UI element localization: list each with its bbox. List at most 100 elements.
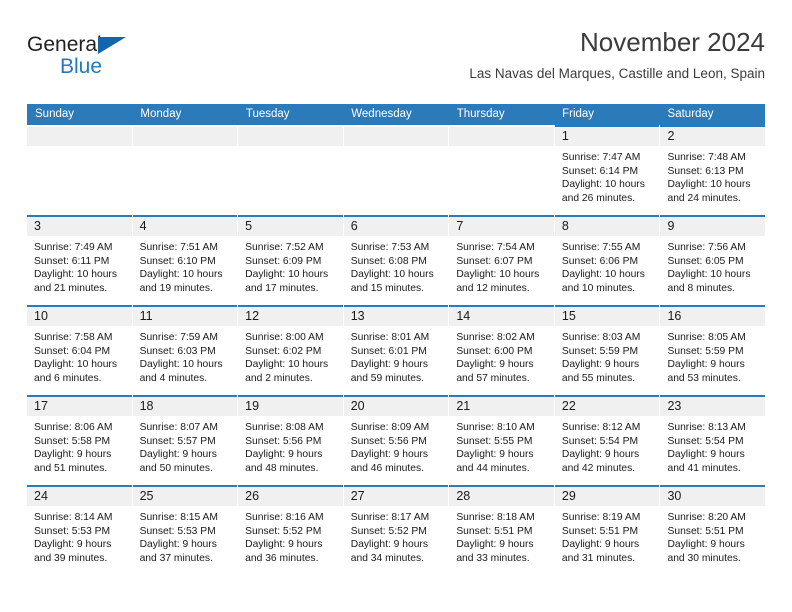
sun-info: Sunrise: 7:56 AM Sunset: 6:05 PM Daylight:… [660,236,765,295]
sunset-text: Sunset: 6:11 PM [34,255,110,267]
sunset-text: Sunset: 5:58 PM [34,435,111,447]
day-number: 14 [456,309,471,323]
sunrise-text: Sunrise: 7:54 AM [456,242,535,253]
calendar-day-cell[interactable]: 30 Sunrise: 8:20 AM Sunset: 5:51 PM Dayligh… [660,485,766,575]
sun-info: Sunrise: 8:12 AM Sunset: 5:54 PM Daylight:… [555,416,660,475]
calendar-day-cell[interactable]: 7 Sunrise: 7:54 AM Sunset: 6:07 PM Daylight… [449,215,554,305]
day-number: 21 [456,399,471,413]
sun-info: Sunrise: 8:13 AM Sunset: 5:54 PM Daylight:… [660,416,765,475]
calendar-day-cell[interactable]: 25 Sunrise: 8:15 AM Sunset: 5:53 PM Dayligh… [132,485,238,575]
sunset-text: Sunset: 6:01 PM [350,345,427,357]
calendar-day-cell[interactable]: 9 Sunrise: 7:56 AM Sunset: 6:05 PM Daylight… [660,215,766,305]
calendar-day-cell[interactable]: 10 Sunrise: 7:58 AM Sunset: 6:04 PM Dayligh… [27,305,132,395]
sunrise-text: Sunrise: 7:53 AM [350,242,430,253]
daylight-text: Daylight: 10 hours and 6 minutes. [34,359,117,384]
calendar-day-cell[interactable]: 19 Sunrise: 8:08 AM Sunset: 5:56 PM Dayligh… [238,395,343,485]
calendar-day-cell[interactable]: 17 Sunrise: 8:06 AM Sunset: 5:58 PM Dayligh… [27,395,132,485]
day-number-band: 19 [238,397,343,416]
calendar-day-cell[interactable]: 22 Sunrise: 8:12 AM Sunset: 5:54 PM Dayligh… [554,395,660,485]
calendar-day-cell[interactable]: 29 Sunrise: 8:19 AM Sunset: 5:51 PM Dayligh… [554,485,660,575]
calendar-cell-empty [27,125,132,215]
day-number: 1 [561,129,569,143]
sunrise-text: Sunrise: 8:10 AM [456,422,535,433]
day-number-band: 5 [238,217,343,236]
sunset-text: Sunset: 6:00 PM [456,345,533,357]
sun-info: Sunrise: 7:47 AM Sunset: 6:14 PM Daylight:… [555,146,660,205]
sunrise-text: Sunrise: 8:16 AM [245,512,324,523]
sunrise-text: Sunrise: 8:02 AM [456,332,535,343]
calendar-day-cell[interactable]: 2 Sunrise: 7:48 AM Sunset: 6:13 PM Daylight… [660,125,766,215]
calendar-day-cell[interactable]: 5 Sunrise: 7:52 AM Sunset: 6:09 PM Daylight… [238,215,343,305]
day-number-band: 8 [554,217,660,236]
day-number-band [27,127,132,146]
day-number-band: 4 [132,217,238,236]
day-number: 23 [667,399,682,413]
calendar-week-row: 24 Sunrise: 8:14 AM Sunset: 5:53 PM Dayligh… [27,485,766,575]
daylight-text: Daylight: 10 hours and 15 minutes. [350,269,434,294]
calendar-day-cell[interactable]: 1 Sunrise: 7:47 AM Sunset: 6:14 PM Daylight… [554,125,660,215]
sun-info: Sunrise: 7:49 AM Sunset: 6:11 PM Daylight:… [27,236,132,295]
day-number: 4 [139,219,147,233]
calendar-day-cell[interactable]: 3 Sunrise: 7:49 AM Sunset: 6:11 PM Daylight… [27,215,132,305]
daylight-text: Daylight: 10 hours and 19 minutes. [139,269,223,294]
daylight-text: Daylight: 10 hours and 10 minutes. [561,269,645,294]
calendar-day-cell[interactable]: 15 Sunrise: 8:03 AM Sunset: 5:59 PM Dayligh… [554,305,660,395]
calendar-day-cell[interactable]: 11 Sunrise: 7:59 AM Sunset: 6:03 PM Dayligh… [132,305,238,395]
weekday-header-tuesday: Tuesday [245,108,290,120]
calendar-day-cell[interactable]: 26 Sunrise: 8:16 AM Sunset: 5:52 PM Dayligh… [238,485,343,575]
weekday-header-row: Sunday Monday Tuesday Wednesday Thursday… [27,104,765,125]
calendar-day-cell[interactable]: 27 Sunrise: 8:17 AM Sunset: 5:52 PM Dayligh… [343,485,449,575]
daylight-text: Daylight: 10 hours and 24 minutes. [667,179,751,204]
day-number-band: 18 [132,397,238,416]
calendar-day-cell[interactable]: 23 Sunrise: 8:13 AM Sunset: 5:54 PM Dayligh… [660,395,766,485]
sunrise-text: Sunrise: 8:19 AM [561,512,641,523]
brand-word-blue: Blue [60,55,103,78]
calendar-day-cell[interactable]: 14 Sunrise: 8:02 AM Sunset: 6:00 PM Dayligh… [449,305,554,395]
sun-info: Sunrise: 8:15 AM Sunset: 5:53 PM Daylight:… [133,506,238,565]
sunset-text: Sunset: 6:07 PM [456,255,533,267]
sunset-text: Sunset: 5:59 PM [667,345,744,357]
daylight-text: Daylight: 9 hours and 55 minutes. [561,359,640,384]
calendar-day-cell[interactable]: 20 Sunrise: 8:09 AM Sunset: 5:56 PM Dayligh… [343,395,449,485]
daylight-text: Daylight: 9 hours and 51 minutes. [34,449,112,474]
calendar-cell-empty [238,125,343,215]
calendar-day-cell[interactable]: 16 Sunrise: 8:05 AM Sunset: 5:59 PM Dayligh… [660,305,766,395]
calendar-day-cell[interactable]: 4 Sunrise: 7:51 AM Sunset: 6:10 PM Daylight… [132,215,238,305]
day-number-band: 6 [343,217,449,236]
daylight-text: Daylight: 9 hours and 44 minutes. [456,449,534,474]
calendar-day-cell[interactable]: 28 Sunrise: 8:18 AM Sunset: 5:51 PM Dayligh… [449,485,554,575]
title-block: November 2024 Las Navas del Marques, Cas… [469,26,765,84]
sunset-text: Sunset: 5:53 PM [34,525,111,537]
sunrise-text: Sunrise: 8:12 AM [561,422,641,433]
sun-info: Sunrise: 8:19 AM Sunset: 5:51 PM Daylight:… [555,506,660,565]
calendar-day-cell[interactable]: 8 Sunrise: 7:55 AM Sunset: 6:06 PM Daylight… [554,215,660,305]
sunset-text: Sunset: 5:51 PM [456,525,533,537]
calendar-day-cell[interactable]: 12 Sunrise: 8:00 AM Sunset: 6:02 PM Dayligh… [238,305,343,395]
calendar-page: General Blue November 2024 Las Navas del… [0,0,792,612]
day-number-band: 25 [132,487,238,506]
day-number-band: 17 [27,397,132,416]
day-number-band: 3 [27,217,132,236]
day-number-band: 2 [660,127,766,146]
sun-info: Sunrise: 7:54 AM Sunset: 6:07 PM Daylight:… [449,236,554,295]
day-number-band: 22 [554,397,660,416]
calendar-day-cell[interactable]: 24 Sunrise: 8:14 AM Sunset: 5:53 PM Dayligh… [27,485,132,575]
calendar-day-cell[interactable]: 21 Sunrise: 8:10 AM Sunset: 5:55 PM Dayligh… [449,395,554,485]
calendar-day-cell[interactable]: 13 Sunrise: 8:01 AM Sunset: 6:01 PM Dayligh… [343,305,449,395]
daylight-text: Daylight: 9 hours and 36 minutes. [245,539,323,564]
sunrise-text: Sunrise: 8:06 AM [34,422,113,433]
day-number: 28 [456,489,471,503]
day-number-band: 30 [660,487,766,506]
calendar-weeks: 1 Sunrise: 7:47 AM Sunset: 6:14 PM Daylight… [27,125,766,575]
sunrise-text: Sunrise: 8:01 AM [350,332,430,343]
day-number: 10 [34,309,48,323]
daylight-text: Daylight: 9 hours and 53 minutes. [667,359,745,384]
day-number: 7 [456,219,464,233]
sunset-text: Sunset: 6:09 PM [245,255,322,267]
calendar-day-cell[interactable]: 6 Sunrise: 7:53 AM Sunset: 6:08 PM Daylight… [343,215,449,305]
brand-logo[interactable]: General Blue [27,34,157,80]
sunrise-text: Sunrise: 7:58 AM [34,332,113,343]
sunset-text: Sunset: 5:56 PM [245,435,322,447]
calendar-day-cell[interactable]: 18 Sunrise: 8:07 AM Sunset: 5:57 PM Dayligh… [132,395,238,485]
sunrise-text: Sunrise: 8:18 AM [456,512,535,523]
